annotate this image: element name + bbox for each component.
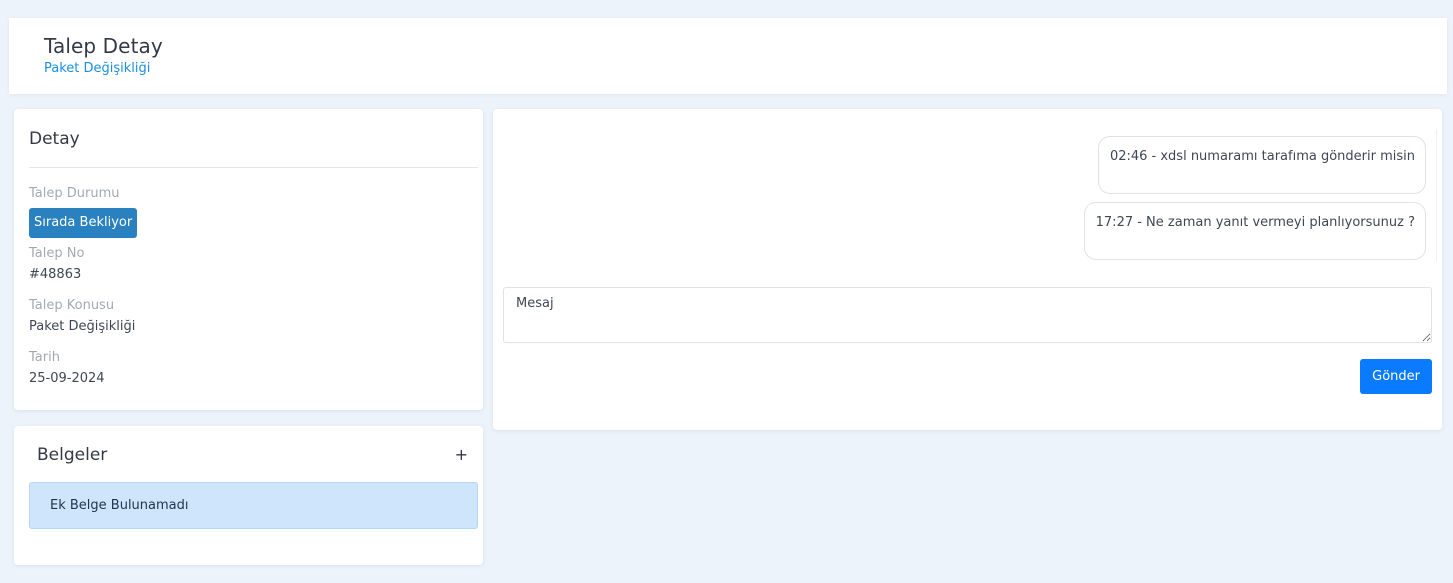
date-value: 25-09-2024 [29,371,105,386]
message-input[interactable] [503,287,1432,343]
date-label: Tarih [29,350,60,365]
detail-card: Detay Talep Durumu Sırada Bekliyor Talep… [14,109,483,410]
chat-card: 02:46 - xdsl numaramı tarafıma gönderir … [493,109,1442,430]
status-badge: Sırada Bekliyor [29,208,138,238]
request-subject-value: Paket Değişikliği [29,319,136,334]
documents-card: Belgeler + Ek Belge Bulunamadı [14,426,483,565]
detail-card-title: Detay [29,129,80,149]
message-list[interactable]: 02:46 - xdsl numaramı tarafıma gönderir … [503,129,1437,261]
divider [29,167,478,168]
add-document-button[interactable]: + [455,445,468,464]
request-subject-label: Talep Konusu [29,298,115,313]
page-header: Talep Detay Paket Değişikliği [9,18,1447,94]
request-no-value: #48863 [29,267,82,282]
message-bubble: 17:27 - Ne zaman yanıt vermeyi planlıyor… [1083,202,1426,260]
page-subtitle: Paket Değişikliği [44,61,151,76]
no-documents-alert: Ek Belge Bulunamadı [29,482,478,529]
request-no-label: Talep No [29,246,85,261]
send-button[interactable]: Gönder [1360,359,1432,394]
documents-card-title: Belgeler [37,445,108,465]
page-title: Talep Detay [44,34,163,58]
message-bubble: 02:46 - xdsl numaramı tarafıma gönderir … [1097,136,1426,194]
status-label: Talep Durumu [29,186,120,201]
